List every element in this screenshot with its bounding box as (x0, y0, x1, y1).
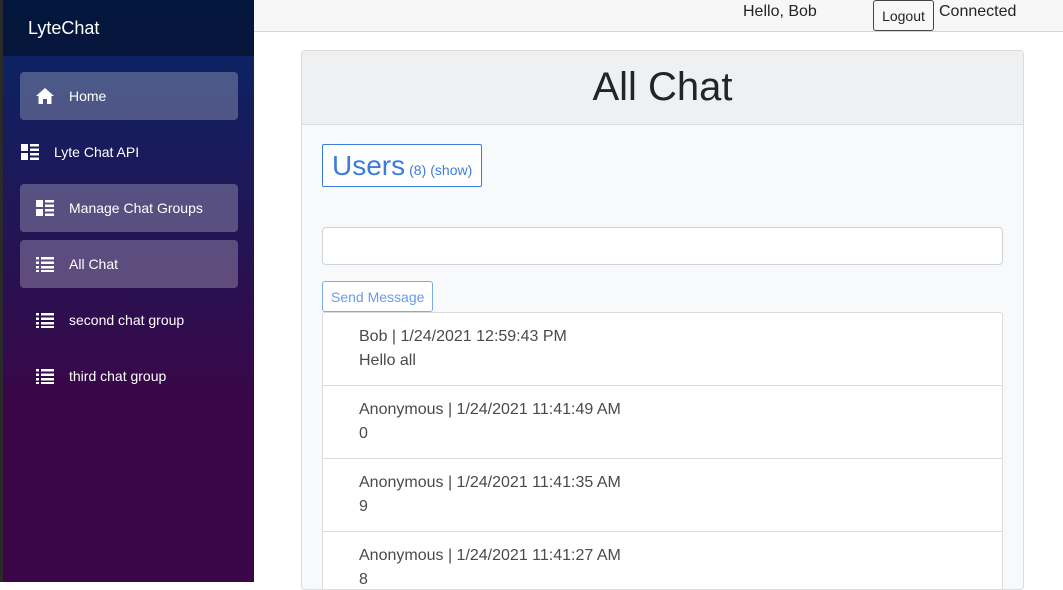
users-show-link[interactable]: (show) (430, 154, 472, 178)
sidebar: LyteChat Home Lyte Chat API Manage Chat … (0, 0, 254, 582)
users-title: Users (332, 149, 406, 181)
message-meta: Anonymous | 1/24/2021 11:41:49 AM (359, 401, 621, 418)
list-icon (35, 366, 55, 386)
list-icon (35, 254, 55, 274)
message-input[interactable] (322, 227, 1003, 265)
top-bar: Hello, Bob Logout Connected (254, 0, 1063, 32)
list-item: Anonymous | 1/24/2021 11:41:35 AM 9 (323, 459, 1002, 532)
list-grid-icon (20, 142, 40, 162)
sidebar-item-third-chat-group[interactable]: third chat group (20, 352, 238, 400)
sidebar-item-label: Lyte Chat API (54, 144, 140, 160)
message-text: Hello all (359, 352, 416, 369)
user-greeting: Hello, Bob (743, 3, 817, 20)
message-text: 8 (359, 571, 368, 588)
message-text: 9 (359, 498, 368, 515)
message-meta: Anonymous | 1/24/2021 11:41:27 AM (359, 547, 621, 564)
sidebar-item-second-chat-group[interactable]: second chat group (20, 296, 238, 344)
sidebar-item-lyte-chat-api[interactable]: Lyte Chat API (20, 128, 238, 176)
sidebar-item-home[interactable]: Home (20, 72, 238, 120)
sidebar-item-all-chat[interactable]: All Chat (20, 240, 238, 288)
users-panel-toggle[interactable]: Users (8) (show) (322, 144, 483, 187)
send-message-button[interactable]: Send Message (322, 281, 434, 312)
sidebar-item-label: All Chat (69, 256, 119, 272)
chat-card: All Chat Users (8) (show) Send Message B… (301, 50, 1024, 590)
list-item: Anonymous | 1/24/2021 11:41:49 AM 0 (323, 386, 1002, 459)
list-icon (35, 310, 55, 330)
home-icon (35, 86, 55, 106)
message-meta: Bob | 1/24/2021 12:59:43 PM (359, 328, 567, 345)
sidebar-item-label: second chat group (69, 312, 185, 328)
message-meta: Anonymous | 1/24/2021 11:41:35 AM (359, 474, 621, 491)
sidebar-item-label: third chat group (69, 368, 167, 384)
brand-title[interactable]: LyteChat (3, 0, 254, 56)
connection-status: Connected (939, 3, 1017, 20)
sidebar-item-label: Home (69, 88, 107, 104)
page-title: All Chat (302, 51, 1023, 125)
sidebar-item-manage-chat-groups[interactable]: Manage Chat Groups (20, 184, 238, 232)
list-item: Bob | 1/24/2021 12:59:43 PM Hello all (323, 313, 1002, 386)
list-grid-icon (35, 198, 55, 218)
sidebar-item-label: Manage Chat Groups (69, 200, 203, 216)
list-item: Anonymous | 1/24/2021 11:41:27 AM 8 (323, 532, 1002, 589)
users-count: (8) (409, 161, 427, 178)
message-list: Bob | 1/24/2021 12:59:43 PM Hello all An… (322, 312, 1003, 589)
logout-button[interactable]: Logout (873, 0, 934, 31)
message-text: 0 (359, 425, 368, 442)
